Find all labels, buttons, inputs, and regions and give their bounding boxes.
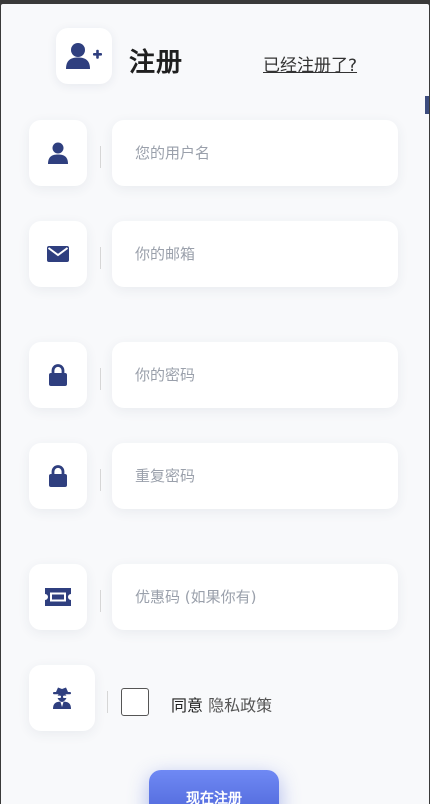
- privacy-icon-box: [29, 665, 95, 731]
- privacy-policy-link[interactable]: 隐私政策: [208, 696, 272, 715]
- separator: [100, 469, 101, 491]
- agreement-text: 同意 隐私政策: [171, 692, 272, 716]
- page-title: 注册: [129, 48, 184, 78]
- coupon-icon-box: [29, 564, 87, 630]
- already-registered-link[interactable]: 已经注册了?: [263, 51, 357, 76]
- coupon-input[interactable]: [112, 564, 398, 630]
- lock-icon: [49, 364, 67, 386]
- separator: [100, 146, 101, 168]
- register-button[interactable]: 现在注册: [149, 770, 279, 804]
- password-input[interactable]: [112, 342, 398, 408]
- signup-panel: 注册 已经注册了? 您的用户名 你的邮箱 优惠码 (如果你有) 同意 隐私政策 …: [1, 4, 429, 804]
- header: 注册 已经注册了?: [1, 4, 429, 114]
- email-icon-box: [29, 221, 87, 287]
- repeat-password-input[interactable]: [112, 443, 398, 509]
- separator: [100, 368, 101, 390]
- lock-icon: [49, 465, 67, 487]
- agree-checkbox[interactable]: [121, 688, 149, 716]
- separator: [100, 590, 101, 612]
- user-plus-icon: [65, 42, 103, 70]
- user-secret-icon: [52, 687, 72, 709]
- separator: [100, 247, 101, 269]
- repeat-password-icon-box: [29, 443, 87, 509]
- ticket-icon: [45, 588, 71, 606]
- logo-badge: [56, 28, 112, 84]
- username-input[interactable]: [112, 120, 398, 186]
- separator: [107, 691, 108, 713]
- agree-label: 同意: [171, 696, 204, 715]
- email-input[interactable]: [112, 221, 398, 287]
- username-icon-box: [29, 120, 87, 186]
- envelope-icon: [47, 246, 69, 262]
- password-icon-box: [29, 342, 87, 408]
- user-icon: [48, 142, 68, 164]
